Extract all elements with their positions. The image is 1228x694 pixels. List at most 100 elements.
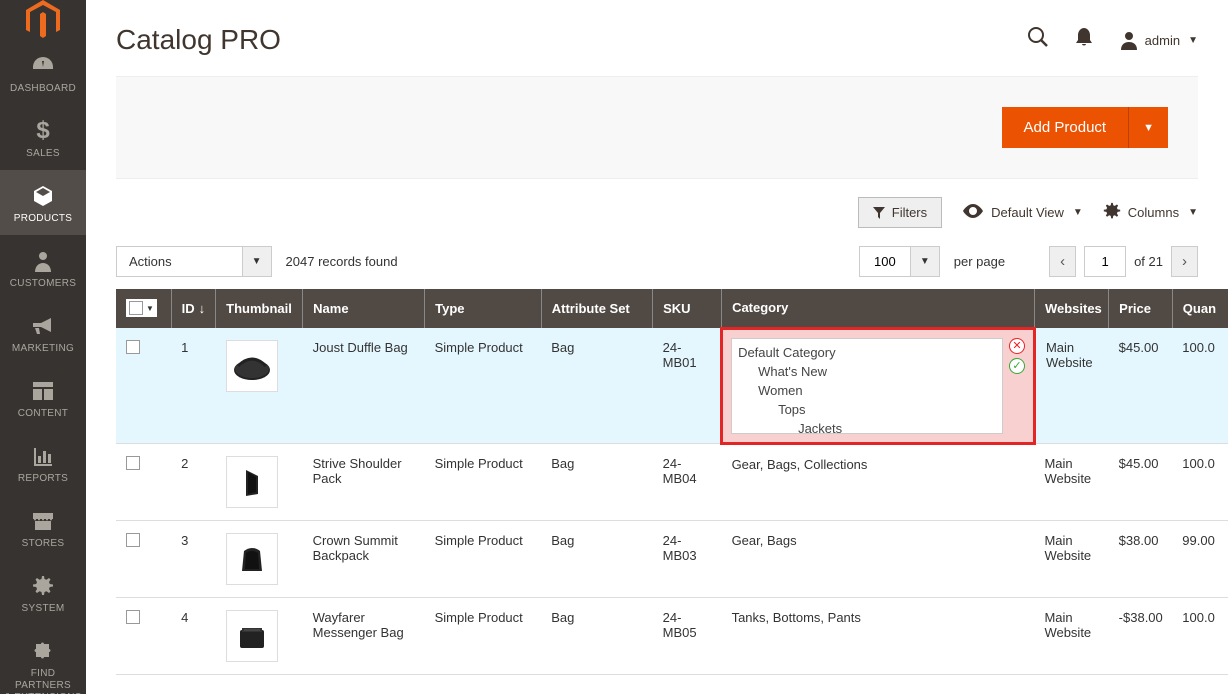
sort-down-icon: ↓ xyxy=(199,301,206,316)
nav-stores[interactable]: STORES xyxy=(0,495,86,560)
nav-label: SYSTEM xyxy=(22,603,65,615)
row-checkbox[interactable] xyxy=(126,610,140,624)
row-checkbox[interactable] xyxy=(126,340,140,354)
chevron-down-icon: ▼ xyxy=(1073,207,1083,218)
nav-partners[interactable]: FIND PARTNERS & EXTENSIONS xyxy=(0,625,86,694)
nav-marketing[interactable]: MARKETING xyxy=(0,300,86,365)
thumbnail xyxy=(226,340,278,392)
cell-quantity: 99.00 xyxy=(1172,520,1228,597)
person-icon xyxy=(33,248,53,274)
default-view-button[interactable]: Default View ▼ xyxy=(962,204,1083,221)
page-next-button[interactable]: › xyxy=(1171,246,1198,277)
nav-label: STORES xyxy=(22,538,65,550)
chart-icon xyxy=(32,443,54,469)
cell-price: $45.00 xyxy=(1109,443,1173,520)
nav-reports[interactable]: REPORTS xyxy=(0,430,86,495)
cell-type: Simple Product xyxy=(425,328,542,443)
table-row[interactable]: 3 Crown Summit Backpack Simple Product B… xyxy=(116,520,1228,597)
nav-label: PRODUCTS xyxy=(14,213,73,225)
col-header-checkbox[interactable]: ▼ xyxy=(116,289,171,328)
col-header-thumbnail[interactable]: Thumbnail xyxy=(216,289,303,328)
page-prev-button[interactable]: ‹ xyxy=(1049,246,1076,277)
col-header-quantity[interactable]: Quan xyxy=(1172,289,1228,328)
nav-label: FIND PARTNERS & EXTENSIONS xyxy=(4,668,82,694)
col-header-sku[interactable]: SKU xyxy=(653,289,722,328)
logo[interactable] xyxy=(0,0,86,40)
chevron-down-icon: ▼ xyxy=(1188,207,1198,218)
category-option[interactable]: What's New xyxy=(738,362,996,381)
cell-websites: Main Website xyxy=(1034,597,1108,674)
cell-name: Wayfarer Messenger Bag xyxy=(303,597,425,674)
nav-customers[interactable]: CUSTOMERS xyxy=(0,235,86,300)
cell-type: Simple Product xyxy=(425,443,542,520)
thumbnail xyxy=(226,533,278,585)
per-page-toggle[interactable]: ▼ xyxy=(911,246,940,277)
row-checkbox[interactable] xyxy=(126,456,140,470)
per-page-input[interactable] xyxy=(859,246,911,277)
nav-system[interactable]: SYSTEM xyxy=(0,560,86,625)
cell-websites: Main Website xyxy=(1034,443,1108,520)
add-product-label: Add Product xyxy=(1024,119,1107,136)
nav-label: CUSTOMERS xyxy=(10,278,76,290)
cell-category: Tanks, Bottoms, Pants xyxy=(722,597,1035,674)
category-multiselect[interactable]: Default Category What's New Women Tops J… xyxy=(731,338,1003,434)
thumbnail xyxy=(226,456,278,508)
actions-select-toggle[interactable]: ▼ xyxy=(243,246,272,277)
add-product-button[interactable]: Add Product xyxy=(1002,107,1130,148)
cell-category: Gear, Bags, Collections xyxy=(722,443,1035,520)
actions-select-label: Actions xyxy=(116,246,243,277)
cell-id: 3 xyxy=(171,520,216,597)
row-checkbox[interactable] xyxy=(126,533,140,547)
nav-label: SALES xyxy=(26,148,60,160)
cell-price: -$38.00 xyxy=(1109,597,1173,674)
cell-attribute-set: Bag xyxy=(541,443,652,520)
actions-select[interactable]: Actions ▼ xyxy=(116,246,272,277)
columns-button[interactable]: Columns ▼ xyxy=(1103,202,1198,223)
cell-websites: Main Website xyxy=(1034,520,1108,597)
col-header-websites[interactable]: Websites xyxy=(1034,289,1108,328)
table-row[interactable]: 4 Wayfarer Messenger Bag Simple Product … xyxy=(116,597,1228,674)
gear-icon xyxy=(32,573,54,599)
store-icon xyxy=(31,508,55,534)
cell-name: Crown Summit Backpack xyxy=(303,520,425,597)
category-cancel-button[interactable]: ✕ xyxy=(1009,338,1025,354)
nav-dashboard[interactable]: DASHBOARD xyxy=(0,40,86,105)
add-product-dropdown[interactable]: ▼ xyxy=(1129,107,1168,148)
category-option[interactable]: Women xyxy=(738,381,996,400)
search-icon[interactable] xyxy=(1027,26,1049,54)
col-header-price[interactable]: Price xyxy=(1109,289,1173,328)
nav-products[interactable]: PRODUCTS xyxy=(0,170,86,235)
filters-button[interactable]: Filters xyxy=(858,197,942,228)
col-header-type[interactable]: Type xyxy=(425,289,542,328)
cell-price: $38.00 xyxy=(1109,520,1173,597)
layout-icon xyxy=(32,378,54,404)
nav-sales[interactable]: $ SALES xyxy=(0,105,86,170)
cell-sku: 24-MB03 xyxy=(653,520,722,597)
category-confirm-button[interactable]: ✓ xyxy=(1009,358,1025,374)
page-of-label: of 21 xyxy=(1134,254,1163,269)
page-title: Catalog PRO xyxy=(116,24,281,56)
cell-attribute-set: Bag xyxy=(541,597,652,674)
cube-icon xyxy=(32,183,54,209)
category-option[interactable]: Tops xyxy=(738,400,996,419)
page-number-input[interactable] xyxy=(1084,246,1126,277)
admin-user-menu[interactable]: admin ▼ xyxy=(1119,30,1198,50)
col-header-name[interactable]: Name xyxy=(303,289,425,328)
cell-quantity: 100.0 xyxy=(1172,443,1228,520)
bell-icon[interactable] xyxy=(1075,27,1093,53)
puzzle-icon xyxy=(32,638,54,664)
category-option[interactable]: Default Category xyxy=(738,343,996,362)
nav-content[interactable]: CONTENT xyxy=(0,365,86,430)
cell-quantity: 100.0 xyxy=(1172,328,1228,443)
product-table: ▼ ID↓ Thumbnail Name Type Attribute Set … xyxy=(116,289,1228,675)
category-option[interactable]: Jackets xyxy=(738,419,996,434)
table-row[interactable]: 1 Joust Duffle Bag Simple Product Bag 24… xyxy=(116,328,1228,443)
col-header-category[interactable]: Category xyxy=(722,289,1035,328)
col-header-id[interactable]: ID↓ xyxy=(171,289,216,328)
cell-quantity: 100.0 xyxy=(1172,597,1228,674)
table-row[interactable]: 2 Strive Shoulder Pack Simple Product Ba… xyxy=(116,443,1228,520)
table-header-row: ▼ ID↓ Thumbnail Name Type Attribute Set … xyxy=(116,289,1228,328)
col-header-attribute-set[interactable]: Attribute Set xyxy=(541,289,652,328)
user-icon xyxy=(1119,30,1139,50)
chevron-down-icon: ▼ xyxy=(1143,122,1154,134)
